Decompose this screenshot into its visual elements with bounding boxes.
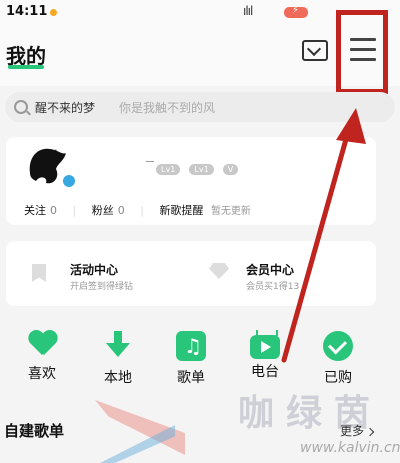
annotation-arrow-icon <box>281 108 366 363</box>
